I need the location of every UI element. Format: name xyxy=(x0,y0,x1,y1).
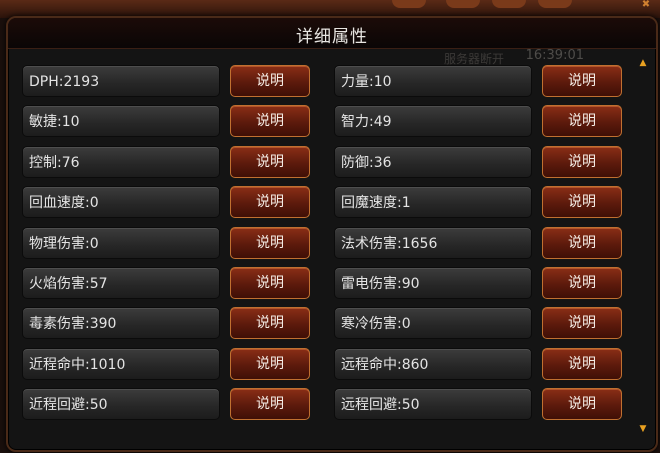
attribute-field: 寒冷伤害:0 xyxy=(334,307,532,339)
attribute-field: 远程回避:50 xyxy=(334,388,532,420)
hud-ornament xyxy=(446,0,480,8)
attribute-field: 雷电伤害:90 xyxy=(334,267,532,299)
explain-button[interactable]: 说明 xyxy=(230,65,310,97)
explain-button[interactable]: 说明 xyxy=(230,267,310,299)
attribute-field: 智力:49 xyxy=(334,105,532,137)
attribute-field: 远程命中:860 xyxy=(334,348,532,380)
attribute-field: 毒素伤害:390 xyxy=(22,307,220,339)
explain-button[interactable]: 说明 xyxy=(230,227,310,259)
explain-button[interactable]: 说明 xyxy=(542,267,622,299)
attribute-field: 回血速度:0 xyxy=(22,186,220,218)
attribute-field: 力量:10 xyxy=(334,65,532,97)
hud-ornament xyxy=(538,0,572,8)
attribute-field: 敏捷:10 xyxy=(22,105,220,137)
attributes-panel: 详细属性 服务器断开 16:39:01 DPH:2193 说明 敏捷:10 说明 控制:… xyxy=(6,16,658,452)
attribute-field: 物理伤害:0 xyxy=(22,227,220,259)
attribute-field: 防御:36 xyxy=(334,146,532,178)
explain-button[interactable]: 说明 xyxy=(230,105,310,137)
panel-title: 详细属性 xyxy=(296,27,368,47)
explain-button[interactable]: 说明 xyxy=(230,388,310,420)
explain-button[interactable]: 说明 xyxy=(542,227,622,259)
explain-button[interactable]: 说明 xyxy=(230,186,310,218)
attribute-field: 法术伤害:1656 xyxy=(334,227,532,259)
scroll-up-arrow-icon[interactable]: ▲ xyxy=(638,58,648,68)
hud-ornament xyxy=(392,0,426,8)
explain-button[interactable]: 说明 xyxy=(230,146,310,178)
attribute-field: DPH:2193 xyxy=(22,65,220,97)
attribute-field: 回魔速度:1 xyxy=(334,186,532,218)
attribute-field: 近程回避:50 xyxy=(22,388,220,420)
explain-button[interactable]: 说明 xyxy=(542,146,622,178)
explain-button[interactable]: 说明 xyxy=(542,307,622,339)
attribute-field: 近程命中:1010 xyxy=(22,348,220,380)
close-corner-icon[interactable]: ✖ xyxy=(638,0,654,10)
explain-button[interactable]: 说明 xyxy=(542,186,622,218)
attribute-field: 火焰伤害:57 xyxy=(22,267,220,299)
explain-button[interactable]: 说明 xyxy=(542,388,622,420)
attribute-field: 控制:76 xyxy=(22,146,220,178)
hud-ornament xyxy=(492,0,526,8)
explain-button[interactable]: 说明 xyxy=(230,307,310,339)
background-clock: 16:39:01 xyxy=(525,48,584,63)
explain-button[interactable]: 说明 xyxy=(542,65,622,97)
title-bar: 详细属性 xyxy=(8,18,656,49)
explain-button[interactable]: 说明 xyxy=(542,105,622,137)
explain-button[interactable]: 说明 xyxy=(230,348,310,380)
scrollbar[interactable]: ▲ ▼ xyxy=(638,58,648,434)
explain-button[interactable]: 说明 xyxy=(542,348,622,380)
scroll-down-arrow-icon[interactable]: ▼ xyxy=(638,424,648,434)
